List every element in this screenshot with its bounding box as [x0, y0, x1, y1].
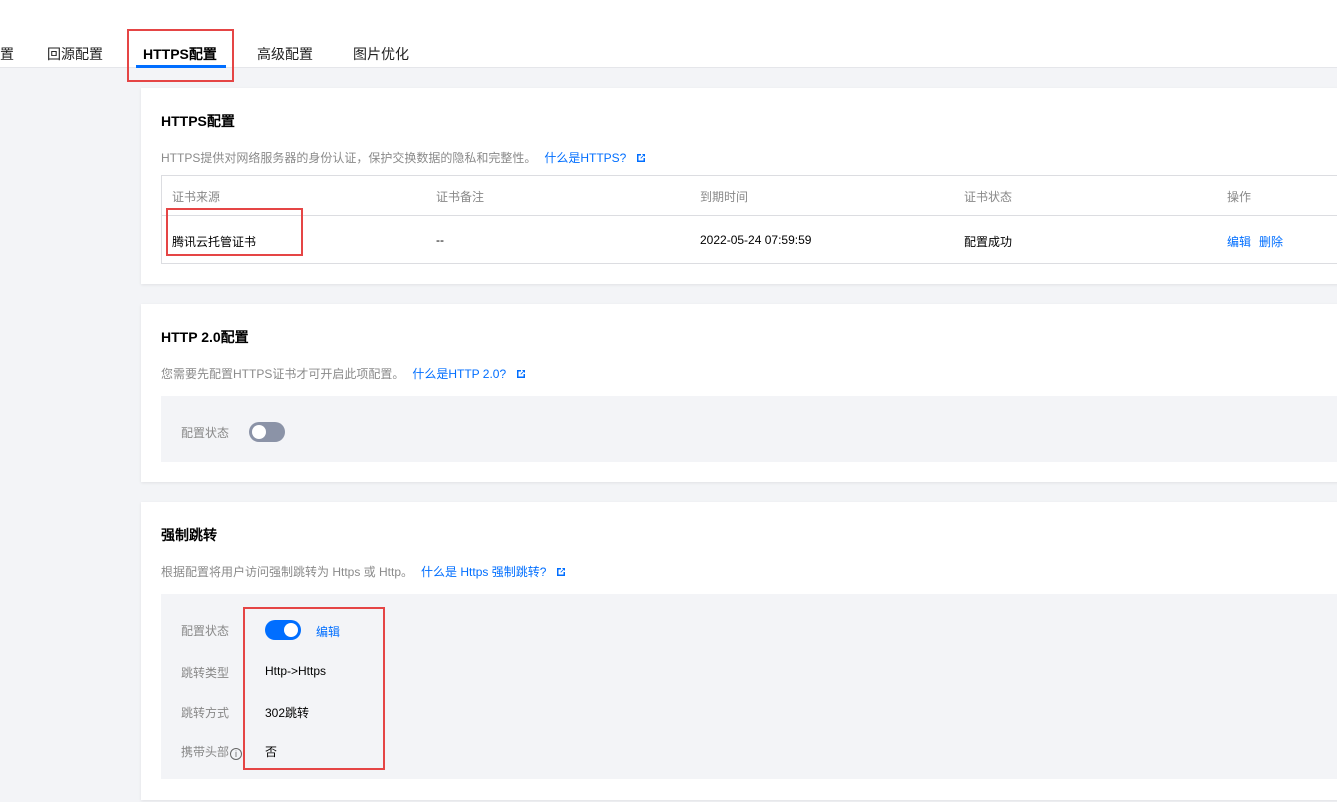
status-label: 配置状态 — [181, 624, 230, 638]
external-link-icon[interactable] — [636, 153, 646, 163]
redirect-method-value: 302跳转 — [265, 706, 310, 720]
force-redirect-toggle[interactable] — [265, 620, 301, 640]
active-tab-indicator — [136, 65, 226, 68]
redirect-type-value: Http->Https — [265, 664, 327, 678]
table-row: 腾讯云托管证书 -- 2022-05-24 07:59:59 配置成功 编辑 删除 — [162, 216, 1337, 264]
card-description: HTTPS提供对网络服务器的身份认证，保护交换数据的隐私和完整性。 什么是HTTP… — [161, 149, 646, 166]
tab-bar: 置 回源配置 HTTPS配置 高级配置 图片优化 — [0, 0, 1337, 68]
redirect-settings-panel: 配置状态 编辑 跳转类型 Http->Https 跳转方式 302跳转 携带头部… — [161, 594, 1337, 779]
column-header: 到期时间 — [700, 190, 749, 204]
tab-partial[interactable]: 置 — [0, 44, 14, 64]
cert-note: -- — [436, 233, 444, 247]
external-link-icon[interactable] — [556, 567, 566, 577]
tab-origin-config[interactable]: 回源配置 — [47, 44, 103, 64]
toggle-knob — [284, 623, 298, 637]
redirect-method-label: 跳转方式 — [181, 706, 230, 720]
certificate-table: 证书来源 证书备注 到期时间 证书状态 操作 腾讯云托管证书 -- 2022-0… — [161, 175, 1337, 264]
description-text: 您需要先配置HTTPS证书才可开启此项配置。 — [161, 367, 405, 381]
tab-image-optimization[interactable]: 图片优化 — [353, 44, 409, 64]
redirect-type-label: 跳转类型 — [181, 666, 230, 680]
http2-settings-panel: 配置状态 — [161, 396, 1337, 462]
card-description: 根据配置将用户访问强制跳转为 Https 或 Http。 什么是 Https 强制… — [161, 563, 566, 580]
toggle-knob — [252, 425, 266, 439]
http2-toggle[interactable] — [249, 422, 285, 442]
https-config-card: HTTPS配置 HTTPS提供对网络服务器的身份认证，保护交换数据的隐私和完整性… — [141, 88, 1337, 284]
card-title: HTTP 2.0配置 — [161, 329, 249, 345]
what-is-https-link[interactable]: 什么是HTTPS? — [544, 151, 626, 165]
carry-header-text: 携带头部 — [181, 745, 230, 759]
column-header: 证书来源 — [172, 190, 221, 204]
force-redirect-card: 强制跳转 根据配置将用户访问强制跳转为 Https 或 Http。 什么是 Htt… — [141, 502, 1337, 800]
delete-link[interactable]: 删除 — [1259, 235, 1283, 249]
edit-link[interactable]: 编辑 — [1227, 235, 1251, 249]
column-header: 证书备注 — [436, 190, 485, 204]
external-link-icon[interactable] — [516, 369, 526, 379]
cert-expire-time: 2022-05-24 07:59:59 — [700, 233, 812, 247]
tab-advanced-config[interactable]: 高级配置 — [257, 44, 313, 64]
info-icon[interactable]: i — [230, 748, 243, 760]
card-title: 强制跳转 — [161, 527, 217, 543]
cert-source: 腾讯云托管证书 — [172, 235, 257, 249]
what-is-http2-link[interactable]: 什么是HTTP 2.0? — [412, 367, 506, 381]
carry-header-label: 携带头部 i — [181, 743, 243, 760]
row-actions: 编辑 删除 — [1227, 233, 1291, 250]
http2-config-card: HTTP 2.0配置 您需要先配置HTTPS证书才可开启此项配置。 什么是HTTP… — [141, 304, 1337, 482]
description-text: 根据配置将用户访问强制跳转为 Https 或 Http。 — [161, 565, 414, 579]
card-title: HTTPS配置 — [161, 113, 235, 129]
what-is-force-redirect-link[interactable]: 什么是 Https 强制跳转? — [421, 565, 546, 579]
edit-redirect-link[interactable]: 编辑 — [316, 623, 340, 640]
tab-https-config[interactable]: HTTPS配置 — [143, 44, 217, 64]
cert-status: 配置成功 — [964, 235, 1013, 249]
carry-header-value: 否 — [265, 745, 278, 759]
column-header: 操作 — [1227, 190, 1252, 204]
column-header: 证书状态 — [964, 190, 1013, 204]
description-text: HTTPS提供对网络服务器的身份认证，保护交换数据的隐私和完整性。 — [161, 151, 537, 165]
status-label: 配置状态 — [181, 426, 230, 440]
card-description: 您需要先配置HTTPS证书才可开启此项配置。 什么是HTTP 2.0? — [161, 365, 526, 382]
table-header: 证书来源 证书备注 到期时间 证书状态 操作 — [162, 176, 1337, 216]
